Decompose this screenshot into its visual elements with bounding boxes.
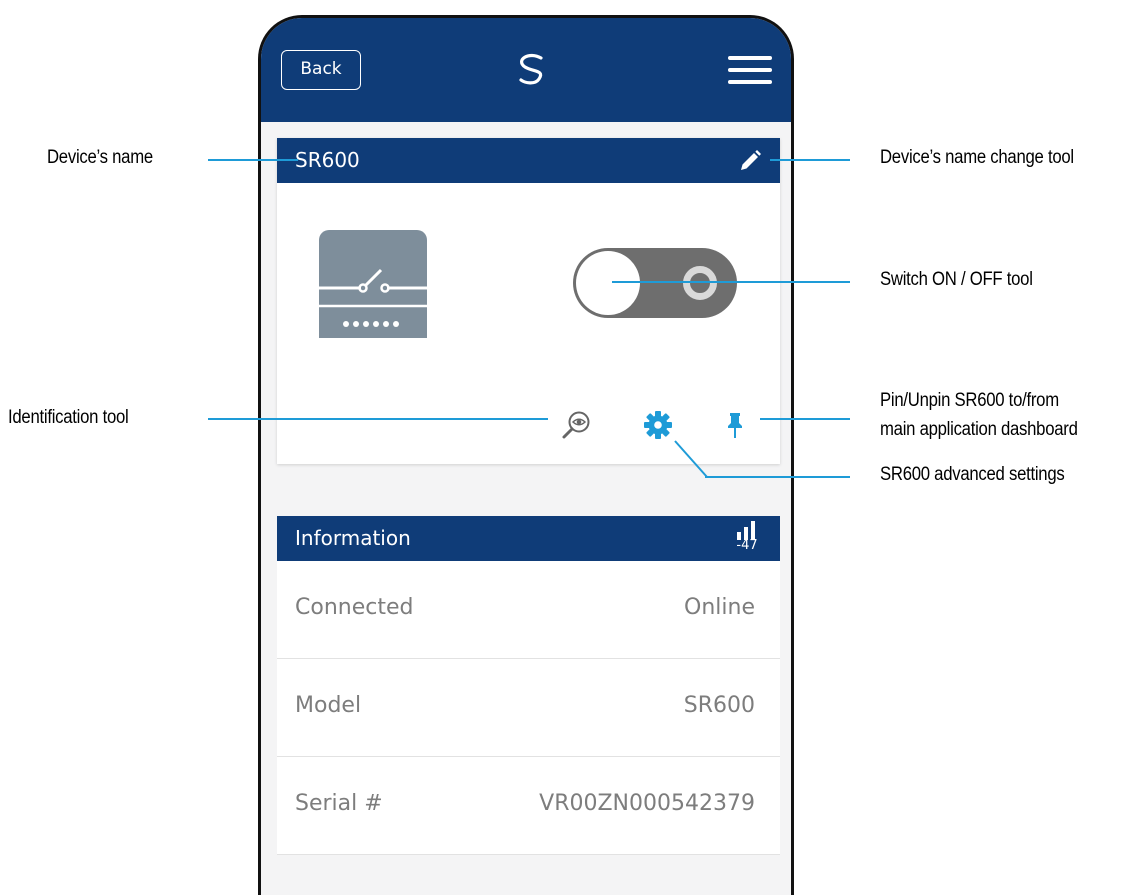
label-pin-tool-line1: Pin/Unpin SR600 to/from [880,390,1059,411]
menu-icon[interactable] [728,56,772,84]
app-logo-icon [519,53,543,85]
gear-icon[interactable] [643,410,673,440]
leader-name-change [770,159,850,161]
signal-strength: -47 [732,520,762,560]
label-advanced-settings: SR600 advanced settings [880,464,1065,485]
info-value: SR600 [683,693,755,718]
signal-value: -47 [736,538,758,553]
info-key: Serial # [295,791,383,816]
toggle-knob [576,251,640,315]
relay-switch-icon [319,230,427,338]
magnifier-eye-icon[interactable] [561,410,591,440]
app-header: Back [261,18,791,122]
toggle-off-indicator [683,266,717,300]
info-row-model: Model SR600 [277,659,780,757]
label-switch-tool: Switch ON / OFF tool [880,269,1033,290]
label-pin-tool-line2: main application dashboard [880,419,1078,440]
leader-switch [612,281,850,283]
pencil-icon[interactable] [738,149,762,173]
info-value: VR00ZN000542379 [539,791,755,816]
back-button[interactable]: Back [281,50,361,90]
pin-icon[interactable] [720,410,750,440]
signal-bars-icon [737,521,755,540]
device-card: SR600 [277,138,780,464]
leader-advanced-settings [705,476,850,478]
leader-identification [208,418,548,420]
leader-device-name [208,159,298,161]
info-key: Connected [295,595,414,620]
device-name: SR600 [295,148,360,172]
information-title: Information [295,526,411,550]
information-card: Information -47 Connected Online Model S… [277,516,780,895]
info-row-connected: Connected Online [277,561,780,659]
information-header: Information -47 [277,516,780,561]
phone-screen: Back SR600 Information -47 Connected Onl… [258,15,794,895]
label-name-change-tool: Device’s name change tool [880,147,1074,168]
device-card-header: SR600 [277,138,780,183]
info-row-serial: Serial # VR00ZN000542379 [277,757,780,855]
power-toggle[interactable] [573,248,737,318]
label-device-name: Device’s name [47,147,153,168]
info-key: Model [295,693,362,718]
info-value: Online [684,595,755,620]
label-identification-tool: Identification tool [8,407,129,428]
leader-pin [760,418,850,420]
